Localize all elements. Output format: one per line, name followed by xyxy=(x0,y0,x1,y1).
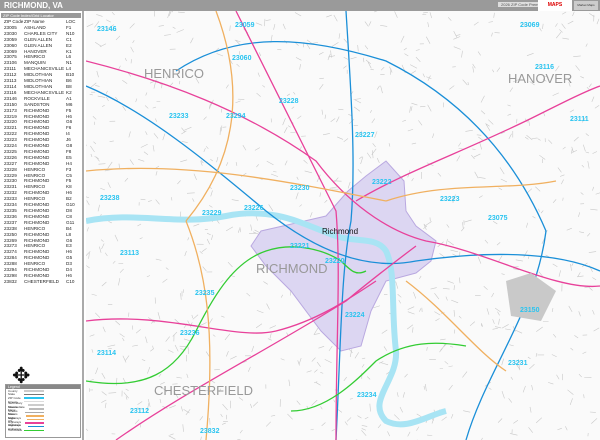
zip-index-table: ZIP Code ZIP Name LOC 23005 ASHLAND F1 2303… xyxy=(4,19,75,285)
legend-swatch xyxy=(24,393,44,396)
zip-label: 23150 xyxy=(520,307,540,314)
legend-swatch xyxy=(28,425,44,428)
legend: Legend County State ZIP Code Streets Seconda… xyxy=(5,384,81,438)
legend-swatch xyxy=(26,415,44,417)
county-label: CHESTERFIELD xyxy=(154,383,253,398)
legend-swatch xyxy=(24,429,44,432)
city-label: Richmond xyxy=(322,227,358,236)
zip-label: 23114 xyxy=(97,350,116,357)
legend-swatch xyxy=(24,411,44,414)
legend-swatch xyxy=(28,408,44,410)
zip-label: 23220 xyxy=(325,258,345,265)
zip-label: 23221 xyxy=(290,243,310,250)
grid-loc: G11 xyxy=(66,219,75,225)
zip-label: 23231 xyxy=(508,360,528,367)
county-label: HANOVER xyxy=(508,71,572,86)
zip-label: 23233 xyxy=(169,113,189,120)
zip-label: 23146 xyxy=(97,26,117,33)
zip-label: 23230 xyxy=(290,185,310,192)
grid-loc: N10 xyxy=(66,30,75,36)
zip-label: 23228 xyxy=(279,98,299,105)
zip-label: 23111 xyxy=(570,116,589,123)
zip-label: 23832 xyxy=(200,428,220,435)
map-canvas[interactable]: 23146 23059 23069 23060 23116 23111 23228 23233… xyxy=(86,11,600,440)
brand-badge: Market Maps xyxy=(574,1,598,10)
grid-loc: C10 xyxy=(66,278,75,284)
zip-code: 23832 xyxy=(4,278,17,284)
county-label: HENRICO xyxy=(144,66,204,81)
zip-label: 23226 xyxy=(244,205,264,212)
legend-item: Toll Roads xyxy=(6,428,80,433)
zip-label: 23238 xyxy=(100,195,120,202)
zip-label: 23234 xyxy=(357,392,377,399)
zip-label: 23116 xyxy=(535,64,554,71)
zip-label: 23223 xyxy=(440,196,460,203)
zip-label: 23059 xyxy=(235,22,255,29)
zip-name: MECHANICSVILLE xyxy=(24,89,65,95)
zip-label: 23236 xyxy=(180,330,200,337)
zip-label: 23222 xyxy=(372,179,392,186)
legend-swatch xyxy=(27,404,44,406)
header-bar: RICHMOND, VA 2026 ZIP Code Premium Editi… xyxy=(0,0,600,11)
zip-label: 23229 xyxy=(202,210,222,217)
zip-label: 23294 xyxy=(226,113,246,120)
zip-label: 23075 xyxy=(488,215,508,222)
county-label: RICHMOND xyxy=(256,261,328,276)
index-row: 23832 CHESTERFIELD C10 xyxy=(4,279,75,285)
legend-swatch xyxy=(24,397,44,399)
brand-logo: MAPS xyxy=(538,0,572,11)
zip-index-panel: ZIP Code Index/Grid Locator ZIP Code ZIP… xyxy=(0,11,84,440)
zip-name: CHESTERFIELD xyxy=(24,278,59,284)
zip-label: 23060 xyxy=(232,55,252,62)
map-title: RICHMOND, VA xyxy=(4,1,63,10)
zip-label: 23235 xyxy=(195,290,215,297)
zip-label: 23112 xyxy=(130,408,149,415)
legend-swatch xyxy=(26,418,44,421)
zip-label: 23069 xyxy=(520,22,540,29)
index-title: ZIP Code Index/Grid Locator xyxy=(1,13,81,18)
legend-label: Toll Roads xyxy=(8,428,23,433)
zip-label: 23227 xyxy=(355,132,375,139)
zip-label: 23113 xyxy=(120,250,139,257)
zip-label: 23224 xyxy=(345,312,365,319)
legend-swatch xyxy=(24,390,44,392)
